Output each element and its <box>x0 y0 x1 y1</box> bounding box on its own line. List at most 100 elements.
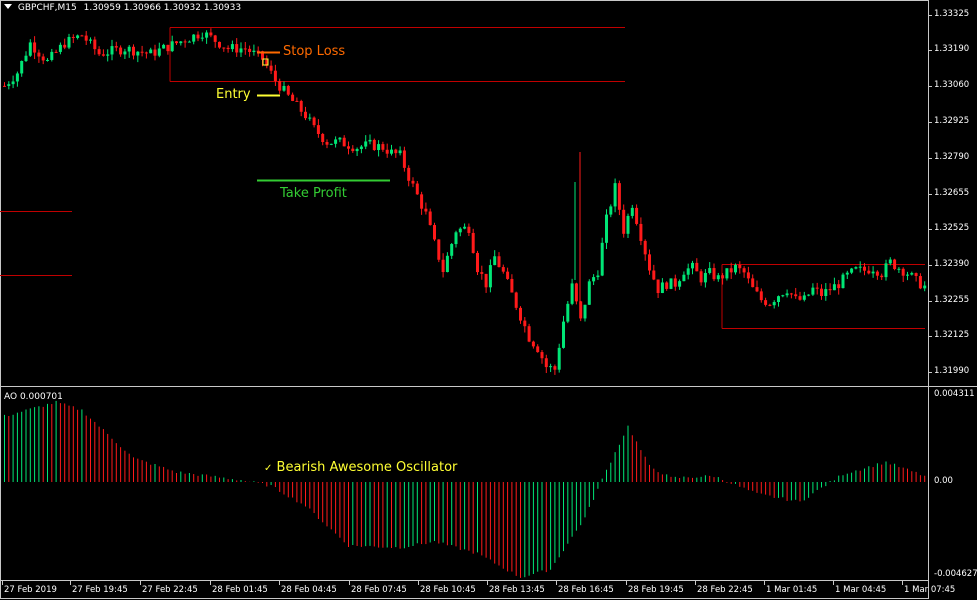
candle-body <box>132 46 135 56</box>
candle-body <box>600 242 604 276</box>
candle-body <box>394 149 398 154</box>
candle-body <box>153 49 157 56</box>
candle <box>540 349 544 364</box>
candle <box>321 132 325 146</box>
time-tick-label: 28 Feb 16:45 <box>558 585 614 595</box>
candle-body <box>454 232 458 245</box>
candle-body <box>80 35 84 37</box>
candle-body <box>850 268 854 273</box>
candle-body <box>308 117 312 119</box>
candle <box>153 44 157 61</box>
candle <box>54 49 58 53</box>
candle <box>906 271 909 281</box>
candle <box>24 51 28 63</box>
candle <box>58 42 62 55</box>
candle <box>746 266 750 284</box>
candle <box>209 28 213 38</box>
candle <box>669 278 673 290</box>
price-tick-label: 1.32925 <box>934 116 970 126</box>
candle <box>347 141 350 155</box>
candle <box>420 191 424 215</box>
awesome-oscillator-bars <box>4 400 926 578</box>
candle <box>562 315 565 349</box>
candle-body <box>136 51 140 56</box>
candle-body <box>845 272 849 275</box>
candle-body <box>716 275 720 280</box>
chart-header: GBPCHF,M15 1.30959 1.30966 1.30932 1.309… <box>4 3 241 13</box>
candle-body <box>218 41 221 48</box>
candle <box>299 99 303 117</box>
candle-body <box>359 146 363 150</box>
candle-body <box>682 274 686 282</box>
candle <box>291 92 295 102</box>
candle <box>441 253 445 278</box>
candle-body <box>488 265 492 288</box>
candle <box>596 270 600 280</box>
candle-body <box>239 48 243 53</box>
candle-body <box>316 125 320 134</box>
candle <box>7 81 11 90</box>
candle <box>815 282 819 295</box>
candle <box>850 267 854 275</box>
candle-body <box>858 266 862 268</box>
candle-body <box>583 304 587 319</box>
candle <box>686 263 690 280</box>
candle <box>832 277 836 291</box>
candle <box>527 323 531 343</box>
candle <box>703 269 707 288</box>
candle-body <box>67 36 71 48</box>
candle <box>609 204 613 218</box>
time-tick-label: 1 Mar 01:45 <box>766 585 818 595</box>
candle <box>394 148 398 158</box>
candle-body <box>458 228 462 233</box>
candle-body <box>901 268 905 276</box>
candle <box>415 180 419 195</box>
candle <box>84 31 88 45</box>
candle <box>312 116 316 128</box>
candle-body <box>205 32 209 38</box>
candle <box>493 250 497 266</box>
candle-body <box>729 268 733 273</box>
candlestick-series[interactable] <box>3 28 927 375</box>
candle <box>123 48 127 59</box>
candle <box>772 300 776 309</box>
candle-body <box>798 296 802 300</box>
candle <box>407 165 411 187</box>
candle <box>678 279 682 290</box>
candle <box>282 81 286 92</box>
candle-body <box>407 167 411 181</box>
candle-body <box>398 150 402 154</box>
candle <box>218 41 221 49</box>
dropdown-triangle-icon[interactable] <box>4 4 12 9</box>
candle <box>716 272 720 282</box>
time-tick-label: 27 Feb 2019 <box>4 585 57 595</box>
candle-body <box>639 223 643 241</box>
check-icon: ✓ <box>264 463 273 474</box>
candle <box>880 273 884 280</box>
candle-body <box>609 206 613 215</box>
trading-chart[interactable] <box>0 0 977 600</box>
candle-body <box>93 39 97 50</box>
candle <box>278 78 282 94</box>
candle-body <box>106 54 110 56</box>
candle <box>106 49 110 62</box>
candle <box>652 264 656 281</box>
candle-body <box>734 264 737 273</box>
ao-tick-label: 0.00 <box>934 476 953 486</box>
candle-body <box>785 293 789 296</box>
candle-body <box>377 144 381 151</box>
candle <box>463 223 467 230</box>
candle-body <box>355 149 359 152</box>
candle <box>476 250 479 276</box>
candle-body <box>493 256 497 266</box>
candle-body <box>789 293 793 295</box>
candle <box>445 252 449 273</box>
candle <box>549 363 553 373</box>
candle <box>252 44 256 56</box>
candle <box>884 259 888 281</box>
candle-body <box>695 262 699 272</box>
candle <box>854 266 858 270</box>
candle-body <box>213 35 217 42</box>
candle-body <box>282 85 286 91</box>
candle-body <box>411 180 415 184</box>
